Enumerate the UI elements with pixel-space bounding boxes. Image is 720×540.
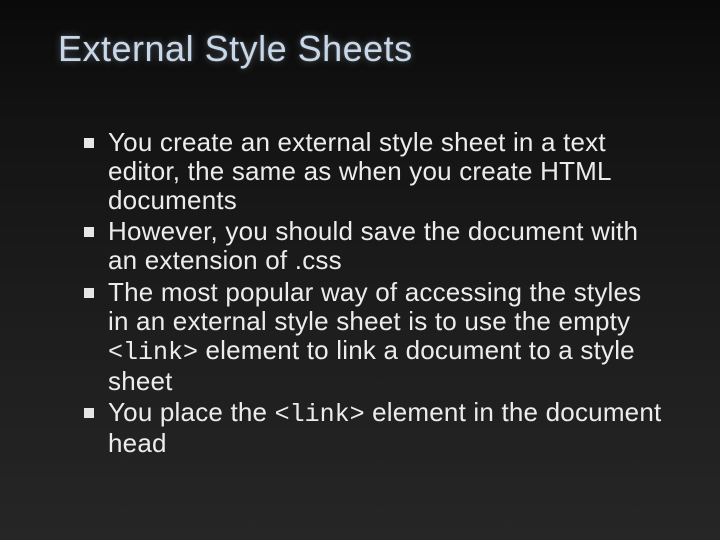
slide-title: External Style Sheets bbox=[58, 28, 664, 70]
list-item: However, you should save the document wi… bbox=[84, 217, 664, 275]
list-item: You place the <link> element in the docu… bbox=[84, 398, 664, 458]
bullet-text: The most popular way of accessing the st… bbox=[108, 277, 641, 336]
code-snippet: <link> bbox=[108, 338, 198, 367]
slide: External Style Sheets You create an exte… bbox=[0, 0, 720, 540]
bullet-text: However, you should save the document wi… bbox=[108, 216, 638, 275]
list-item: You create an external style sheet in a … bbox=[84, 128, 664, 215]
code-snippet: <link> bbox=[275, 400, 365, 429]
list-item: The most popular way of accessing the st… bbox=[84, 278, 664, 396]
bullet-list: You create an external style sheet in a … bbox=[56, 128, 664, 458]
bullet-text: You place the bbox=[108, 397, 275, 427]
bullet-text: You create an external style sheet in a … bbox=[108, 127, 611, 215]
